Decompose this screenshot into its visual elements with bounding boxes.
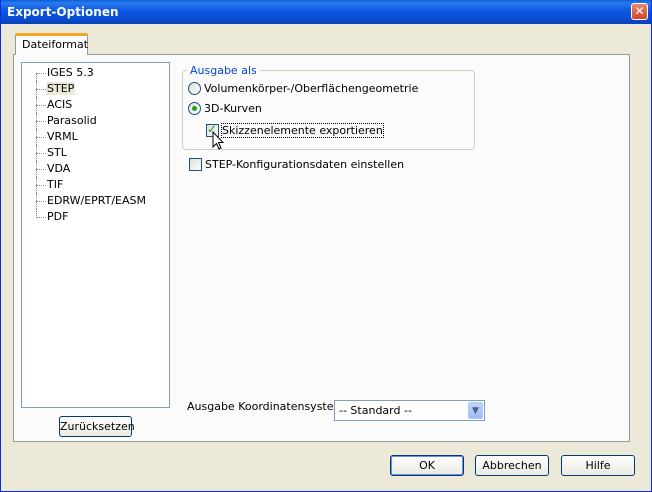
format-tree[interactable]: IGES 5.3 STEP ACIS Parasolid VRML STL VD… — [21, 62, 170, 408]
tree-item-pdf[interactable]: PDF — [22, 209, 162, 225]
close-icon: ✕ — [634, 4, 645, 18]
tree-item-vda[interactable]: VDA — [22, 161, 162, 177]
coordinate-system-select[interactable]: -- Standard -- ▼ — [334, 400, 485, 421]
tree-item-acis[interactable]: ACIS — [22, 97, 162, 113]
help-button[interactable]: Hilfe — [561, 455, 635, 476]
mouse-pointer-icon — [212, 131, 224, 150]
title-bar: Export-Optionen ✕ — [1, 0, 651, 24]
chevron-down-icon[interactable]: ▼ — [468, 402, 483, 419]
tab-dateiformat[interactable]: Dateiformat — [15, 33, 88, 55]
sketch-elements-label[interactable]: Skizzenelemente exportieren — [221, 123, 384, 138]
radio-solid-surface[interactable] — [188, 82, 201, 95]
tree-item-edrw[interactable]: EDRW/EPRT/EASM — [22, 193, 162, 209]
ok-button[interactable]: OK — [390, 455, 464, 476]
radio-3d-curves[interactable] — [188, 102, 201, 115]
tree-item-parasolid[interactable]: Parasolid — [22, 113, 162, 129]
export-options-dialog: Export-Optionen ✕ Dateiformat IGES 5.3 S… — [0, 0, 652, 492]
window-title: Export-Optionen — [7, 5, 119, 19]
step-config-label[interactable]: STEP-Konfigurationsdaten einstellen — [205, 158, 404, 171]
reset-button[interactable]: Zurücksetzen — [59, 416, 135, 437]
coordinate-system-label: Ausgabe Koordinatensystem: — [187, 400, 348, 413]
coordinate-system-value: -- Standard -- — [339, 404, 412, 417]
tree-item-step[interactable]: STEP — [22, 81, 162, 97]
tree-item-vrml[interactable]: VRML — [22, 129, 162, 145]
step-config-checkbox[interactable] — [189, 158, 202, 171]
close-button[interactable]: ✕ — [631, 3, 648, 20]
tree-item-iges[interactable]: IGES 5.3 — [22, 65, 162, 81]
radio-solid-surface-label[interactable]: Volumenkörper-/Oberflächengeometrie — [204, 82, 418, 95]
tree-item-tif[interactable]: TIF — [22, 177, 162, 193]
cancel-button[interactable]: Abbrechen — [475, 455, 549, 476]
tree-item-stl[interactable]: STL — [22, 145, 162, 161]
output-group-legend: Ausgabe als — [187, 64, 260, 77]
radio-3d-curves-label[interactable]: 3D-Kurven — [204, 102, 262, 115]
